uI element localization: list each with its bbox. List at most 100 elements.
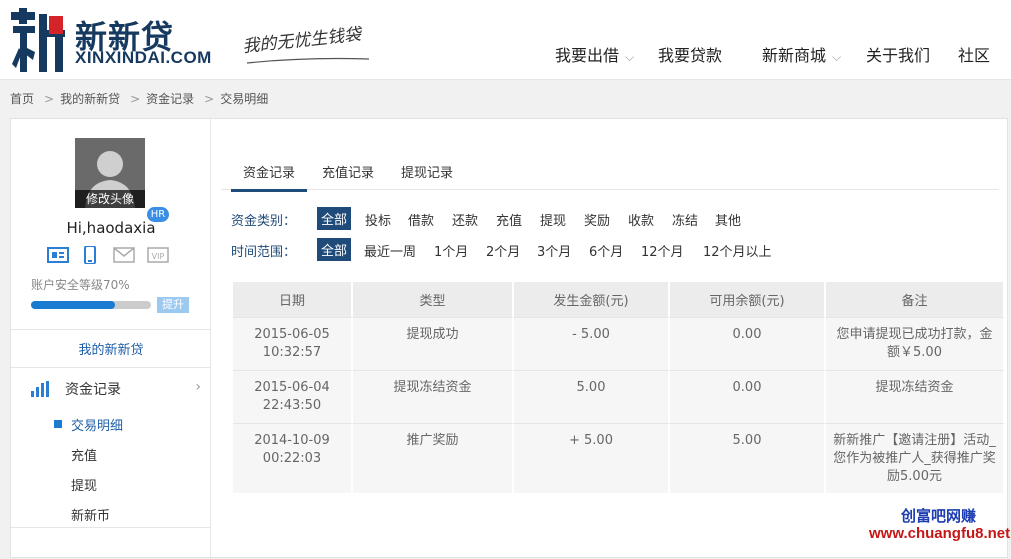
nav-borrow[interactable]: 我要贷款 <box>658 42 722 66</box>
cell-note-line: 提现冻结资金 <box>826 379 1003 397</box>
type-option-withdraw[interactable]: 提现 <box>540 210 566 229</box>
tab-fund-records[interactable]: 资金记录 <box>231 162 307 192</box>
header-note[interactable]: 备注 <box>826 282 1005 317</box>
breadcrumb-home[interactable]: 首页 <box>10 92 34 106</box>
table-row: 2015-06-0510:32:57 提现成功 - 5.00 0.00 您申请提… <box>233 317 1005 370</box>
cell-date-day: 2015-06-05 <box>233 326 351 344</box>
breadcrumb-transactions: 交易明细 <box>220 92 268 106</box>
header-date[interactable]: 日期 <box>233 282 353 317</box>
transactions-table: 日期 类型 发生金额(元) 可用余额(元) 备注 2015-06-0510:32… <box>233 282 1005 493</box>
sidebar-group-fund-records[interactable]: 资金记录 › <box>31 379 201 399</box>
nav-community[interactable]: 社区 <box>958 42 990 66</box>
time-option-week[interactable]: 最近一周 <box>364 241 416 260</box>
time-option-6m[interactable]: 6个月 <box>589 241 623 260</box>
nav-about-label: 关于我们 <box>866 46 930 65</box>
type-option-receipt[interactable]: 收款 <box>628 210 654 229</box>
table-row: 2014-10-0900:22:03 推广奖励 + 5.00 5.00 新新推广… <box>233 423 1005 493</box>
sidebar-item-withdraw[interactable]: 提现 <box>71 475 97 494</box>
header-type[interactable]: 类型 <box>353 282 514 317</box>
divider <box>11 367 211 368</box>
time-option-12m[interactable]: 12个月 <box>641 241 684 260</box>
security-level-text: 账户安全等级70% <box>31 276 130 293</box>
main-content: 资金记录 充值记录 提现记录 资金类别： 全部 投标 借款 还款 充值 提现 奖… <box>221 119 1009 559</box>
cell-note: 您申请提现已成功打款，金额￥5.00 <box>826 317 1005 370</box>
cell-date-time: 22:43:50 <box>233 397 351 415</box>
account-panel: 修改头像 HR Hi,haodaxia VIP 账户安全等级70% 提升 我的新… <box>10 118 1008 558</box>
sidebar-item-coins[interactable]: 新新币 <box>71 505 110 524</box>
breadcrumb-separator: > <box>204 92 214 106</box>
tab-withdraw-records[interactable]: 提现记录 <box>401 162 453 181</box>
breadcrumb: 首页 > 我的新新贷 > 资金记录 > 交易明细 <box>10 90 272 107</box>
cell-balance: 5.00 <box>670 423 826 493</box>
chevron-down-icon: ⌵ <box>625 50 634 65</box>
type-filter-label: 资金类别： <box>231 210 296 229</box>
nav-mall[interactable]: 新新商城⌵ <box>762 42 841 66</box>
cell-amount: + 5.00 <box>514 423 670 493</box>
nav-borrow-label: 我要贷款 <box>658 46 722 65</box>
header-amount[interactable]: 发生金额(元) <box>514 282 670 317</box>
cell-note-line: 励5.00元 <box>826 468 1003 486</box>
site-logo[interactable]: 新新贷 XINXINDAI.COM <box>9 8 239 72</box>
cell-note: 新新推广【邀请注册】活动_您作为被推广人_获得推广奖励5.00元 <box>826 423 1005 493</box>
table-row: 2015-06-0422:43:50 提现冻结资金 5.00 0.00 提现冻结… <box>233 370 1005 423</box>
avatar[interactable]: 修改头像 <box>75 138 145 208</box>
security-progress-fill <box>31 301 115 309</box>
nav-mall-label: 新新商城 <box>762 46 826 65</box>
type-option-reward[interactable]: 奖励 <box>584 210 610 229</box>
type-option-other[interactable]: 其他 <box>715 210 741 229</box>
time-option-3m[interactable]: 3个月 <box>537 241 571 260</box>
type-option-all[interactable]: 全部 <box>317 207 351 230</box>
my-account-link[interactable]: 我的新新贷 <box>11 339 211 358</box>
upgrade-security-button[interactable]: 提升 <box>157 297 189 313</box>
time-option-over-12m[interactable]: 12个月以上 <box>703 241 772 260</box>
type-option-recharge[interactable]: 充值 <box>496 210 522 229</box>
tab-recharge-records[interactable]: 充值记录 <box>322 162 374 181</box>
security-progress-bar <box>31 301 151 309</box>
sidebar: 修改头像 HR Hi,haodaxia VIP 账户安全等级70% 提升 我的新… <box>11 119 211 559</box>
cell-balance: 0.00 <box>670 370 826 423</box>
user-greeting: Hi,haodaxia <box>11 219 211 237</box>
cell-note-line: 额￥5.00 <box>826 344 1003 362</box>
id-card-icon[interactable] <box>47 246 69 264</box>
phone-icon[interactable] <box>79 246 101 264</box>
change-avatar-button[interactable]: 修改头像 <box>75 190 145 208</box>
header-balance[interactable]: 可用余额(元) <box>670 282 826 317</box>
brand-slogan: 我的无忧生钱袋 <box>241 20 362 57</box>
breadcrumb-my-account[interactable]: 我的新新贷 <box>60 92 120 106</box>
cell-date-time: 00:22:03 <box>233 450 351 468</box>
time-option-1m[interactable]: 1个月 <box>434 241 468 260</box>
breadcrumb-separator: > <box>44 92 54 106</box>
watermark-line2: www.chuangfu8.net <box>869 525 1010 542</box>
time-filter: 时间范围： 全部 最近一周 1个月 2个月 3个月 6个月 12个月 12个月以… <box>231 238 1001 262</box>
cell-note: 提现冻结资金 <box>826 370 1005 423</box>
time-option-all[interactable]: 全部 <box>317 238 351 261</box>
divider <box>11 329 211 330</box>
sidebar-item-transactions[interactable]: 交易明细 <box>71 415 123 434</box>
cell-balance: 0.00 <box>670 317 826 370</box>
table-header-row: 日期 类型 发生金额(元) 可用余额(元) 备注 <box>233 282 1005 317</box>
record-tabs: 资金记录 充值记录 提现记录 <box>221 154 999 190</box>
cell-note-line: 新新推广【邀请注册】活动_ <box>826 432 1003 450</box>
breadcrumb-fund-records[interactable]: 资金记录 <box>146 92 194 106</box>
cell-type: 提现成功 <box>353 317 514 370</box>
time-filter-label: 时间范围： <box>231 241 296 260</box>
nav-about[interactable]: 关于我们 <box>866 42 930 66</box>
cell-amount: 5.00 <box>514 370 670 423</box>
sidebar-item-recharge[interactable]: 充值 <box>71 445 97 464</box>
email-icon[interactable] <box>113 246 135 264</box>
type-option-bid[interactable]: 投标 <box>365 210 391 229</box>
vip-icon[interactable]: VIP <box>147 246 169 264</box>
time-option-2m[interactable]: 2个月 <box>486 241 520 260</box>
active-marker-icon <box>54 420 62 428</box>
type-option-loan[interactable]: 借款 <box>408 210 434 229</box>
type-option-repay[interactable]: 还款 <box>452 210 478 229</box>
logo-text-en: XINXINDAI.COM <box>75 48 212 68</box>
site-header: 新新贷 XINXINDAI.COM 我的无忧生钱袋 我要出借⌵ 我要贷款 新新商… <box>0 0 1011 80</box>
sidebar-group-label: 资金记录 <box>65 379 121 399</box>
breadcrumb-separator: > <box>130 92 140 106</box>
type-option-frozen[interactable]: 冻结 <box>672 210 698 229</box>
cell-date: 2014-10-0900:22:03 <box>233 423 353 493</box>
nav-invest[interactable]: 我要出借⌵ <box>555 42 634 66</box>
cell-note-line: 您申请提现已成功打款，金 <box>826 326 1003 344</box>
type-filter: 资金类别： 全部 投标 借款 还款 充值 提现 奖励 收款 冻结 其他 <box>231 207 1001 231</box>
